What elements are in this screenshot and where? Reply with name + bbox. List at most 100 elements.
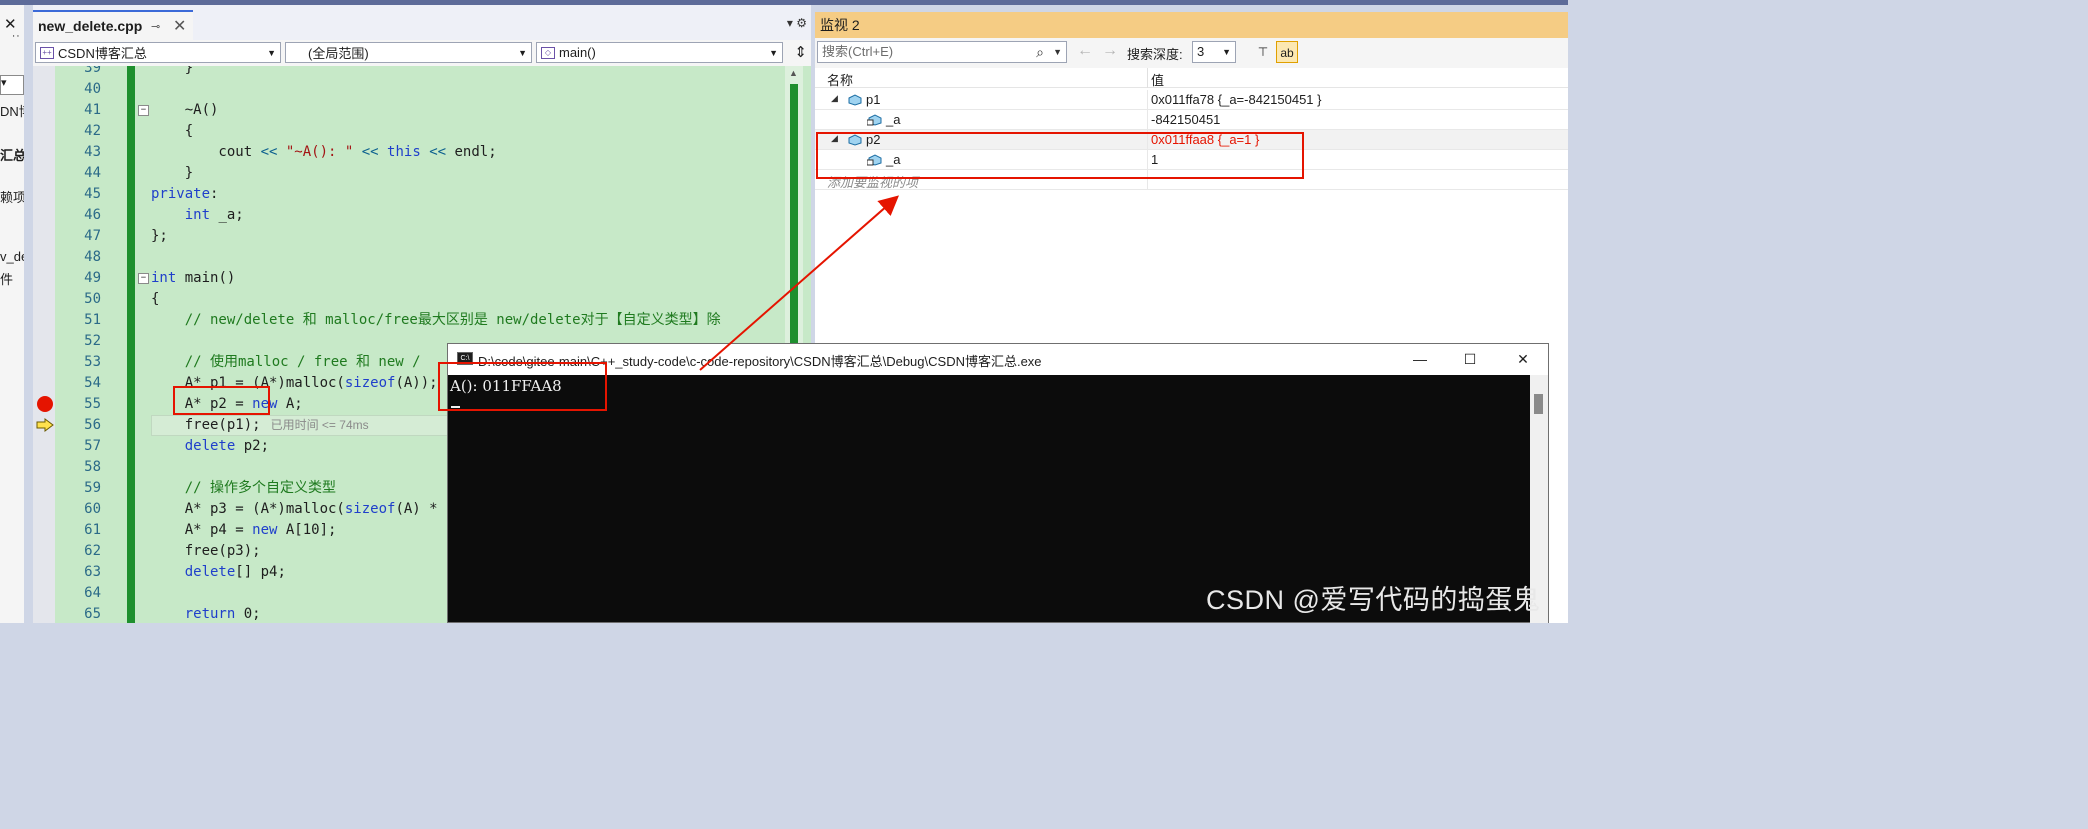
watch-row[interactable]: _a -842150451: [815, 110, 1568, 130]
pin-icon[interactable]: ⊸: [151, 20, 160, 33]
code-text: }: [151, 66, 194, 76]
watch-header: 名称 值: [815, 68, 1568, 88]
code-line[interactable]: 51 // new/delete 和 malloc/free最大区别是 new/…: [33, 310, 811, 331]
line-number: 51: [84, 312, 101, 328]
minimize-button[interactable]: —: [1408, 348, 1432, 370]
line-number: 52: [84, 333, 101, 349]
code-text: A* p3 = (A*)malloc(sizeof(A) *: [151, 501, 438, 517]
line-number: 56: [84, 417, 101, 433]
code-line[interactable]: 42 {: [33, 121, 811, 142]
more-icon[interactable]: ˙˙: [12, 34, 21, 47]
scrollbar-thumb[interactable]: [1534, 394, 1543, 414]
search-next-icon[interactable]: →: [1102, 42, 1118, 60]
line-number: 58: [84, 459, 101, 475]
line-number: 39: [84, 66, 101, 76]
column-divider[interactable]: [1147, 68, 1148, 88]
line-number: 54: [84, 375, 101, 391]
function-value: main(): [559, 45, 596, 60]
dropdown-fragment[interactable]: ▾: [0, 75, 24, 95]
perf-tip[interactable]: 已用时间 <= 74ms: [261, 418, 369, 432]
code-text: free(p1); 已用时间 <= 74ms: [151, 417, 369, 433]
left-tool-panel: ✕ ˙˙ ▾ DN博 汇总 赖项 v_de 件: [0, 5, 25, 623]
chevron-down-icon[interactable]: ▼: [1053, 42, 1062, 62]
code-text: A* p1 = (A*)malloc(sizeof(A));: [151, 375, 438, 391]
breakpoint-icon[interactable]: [37, 396, 53, 412]
scope-dropdown[interactable]: (全局范围) ▼: [285, 42, 532, 63]
code-line[interactable]: 48: [33, 247, 811, 268]
console-output: A(): 011FFAA8: [450, 377, 562, 395]
panel-text-fragment: 汇总: [0, 148, 25, 163]
column-header-value[interactable]: 值: [1151, 70, 1164, 89]
function-dropdown[interactable]: ◇ main() ▼: [536, 42, 783, 63]
code-line[interactable]: 39 }: [33, 66, 811, 79]
close-icon[interactable]: ✕: [4, 15, 17, 33]
function-cube-icon: ◇: [541, 46, 555, 59]
search-depth-dropdown[interactable]: 3 ▼: [1192, 41, 1236, 63]
watch-value[interactable]: 0x011ffa78 {_a=-842150451 }: [1151, 92, 1322, 107]
add-watch-placeholder[interactable]: 添加要监视的项: [827, 172, 918, 191]
code-text: delete[] p4;: [184, 564, 286, 580]
search-previous-icon[interactable]: ←: [1077, 42, 1093, 60]
panel-text-fragment[interactable]: v_de: [0, 249, 24, 264]
expand-toggle-icon[interactable]: ◢: [831, 133, 838, 144]
watch-toolbar: 搜索(Ctrl+E) ⌕ ▼ ← → 搜索深度: 3 ▼ ⊤ ab: [815, 38, 1568, 68]
close-icon[interactable]: ✕: [173, 16, 186, 36]
watch-row[interactable]: _a 1: [815, 150, 1568, 170]
code-text: // new/delete 和 malloc/free最大区别是 new/del…: [184, 312, 721, 328]
scroll-up-icon[interactable]: ▲: [789, 68, 798, 78]
console-cursor: [451, 406, 460, 408]
watch-row[interactable]: ◢ p1 0x011ffa78 {_a=-842150451 }: [815, 90, 1568, 110]
watch-name: _a: [886, 152, 901, 167]
search-icon[interactable]: ⌕: [1036, 42, 1044, 62]
chevron-down-icon: ▼: [518, 48, 527, 58]
collapse-icon[interactable]: −: [138, 273, 149, 284]
code-text: }: [151, 165, 194, 181]
watch-search-input[interactable]: 搜索(Ctrl+E) ⌕ ▼: [817, 41, 1067, 63]
line-number: 59: [84, 480, 101, 496]
code-text: ~A(): [151, 102, 219, 118]
watch-name: _a: [886, 112, 901, 127]
code-text: // 使用malloc / free 和 new /: [184, 354, 421, 370]
code-line[interactable]: 46 int _a;: [33, 205, 811, 226]
watch-row[interactable]: ◢ p2 0x011ffaa8 {_a=1 }: [815, 130, 1568, 150]
watch-value[interactable]: -842150451: [1151, 112, 1220, 127]
add-watch-row[interactable]: 添加要监视的项: [815, 170, 1568, 190]
watch-value[interactable]: 1: [1151, 152, 1158, 167]
project-value: CSDN博客汇总: [58, 46, 147, 61]
code-text: delete p2;: [184, 438, 270, 454]
code-line[interactable]: 49 − int main(): [33, 268, 811, 289]
line-number: 46: [84, 207, 101, 223]
code-line[interactable]: 40: [33, 79, 811, 100]
split-editor-icon[interactable]: ⇕: [794, 43, 807, 61]
line-number: 44: [84, 165, 101, 181]
project-dropdown[interactable]: ++ CSDN博客汇总 ▼: [35, 42, 281, 63]
column-header-name[interactable]: 名称: [827, 70, 853, 89]
view-hex-icon[interactable]: ab: [1276, 41, 1298, 63]
chevron-down-icon: ▼: [1222, 47, 1231, 57]
close-button[interactable]: ✕: [1511, 348, 1535, 370]
line-number: 63: [84, 564, 101, 580]
collapse-icon[interactable]: −: [138, 105, 149, 116]
watermark: CSDN @爱写代码的捣蛋鬼: [1206, 585, 1541, 615]
tab-tools[interactable]: ▾ ⚙: [787, 16, 807, 30]
code-line[interactable]: 43 cout << "~A(): " << this << endl;: [33, 142, 811, 163]
code-line[interactable]: 41 − ~A(): [33, 100, 811, 121]
panel-text-fragment: DN博: [0, 104, 24, 119]
console-title-bar[interactable]: C:\ D:\code\gitee-main\C++_study-code\c-…: [448, 344, 1548, 375]
code-text: return 0;: [184, 606, 261, 622]
code-line[interactable]: 50 {: [33, 289, 811, 310]
code-line[interactable]: 47};: [33, 226, 811, 247]
current-statement-arrow-icon: [36, 418, 54, 432]
code-line[interactable]: 45 private:: [33, 184, 811, 205]
code-line[interactable]: 44 }: [33, 163, 811, 184]
chevron-down-icon: ▼: [267, 48, 276, 58]
scope-value: (全局范围): [308, 46, 369, 61]
line-number: 50: [84, 291, 101, 307]
line-number: 55: [84, 396, 101, 412]
watch-value[interactable]: 0x011ffaa8 {_a=1 }: [1151, 132, 1259, 147]
maximize-button[interactable]: ☐: [1458, 348, 1482, 370]
expand-toggle-icon[interactable]: ◢: [831, 93, 838, 104]
editor-tab-row: new_delete.cpp ⊸ ✕ ▾ ⚙: [33, 10, 811, 40]
tab-new-delete-cpp[interactable]: new_delete.cpp ⊸ ✕: [33, 10, 193, 40]
pin-icon[interactable]: ⊤: [1252, 41, 1274, 63]
